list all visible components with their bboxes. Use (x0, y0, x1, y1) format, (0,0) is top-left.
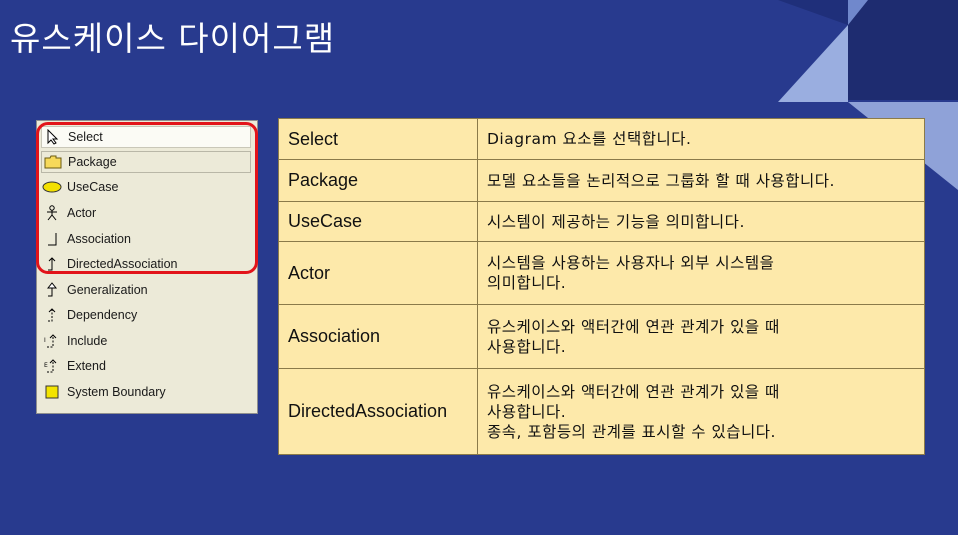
row-key: UseCase (278, 201, 478, 242)
toolbox-item-actor[interactable]: Actor (41, 202, 251, 224)
toolbox-item-system-boundary[interactable]: System Boundary (41, 381, 251, 403)
description-line: 모델 요소들을 논리적으로 그룹화 할 때 사용합니다. (487, 171, 835, 190)
toolbox-item-directedassociation[interactable]: DirectedAssociation (41, 253, 251, 275)
table-row: DirectedAssociation 유스케이스와 액터간에 연관 관계가 있… (278, 368, 925, 455)
ellipse-icon (41, 178, 63, 196)
toolbox-item-label: DirectedAssociation (67, 257, 178, 271)
description-line: Diagram 요소를 선택합니다. (487, 130, 692, 148)
table-row: Package 모델 요소들을 논리적으로 그룹화 할 때 사용합니다. (278, 159, 925, 202)
row-description: 유스케이스와 액터간에 연관 관계가 있을 때 사용합니다. (477, 304, 925, 369)
toolbox-item-dependency[interactable]: Dependency (41, 304, 251, 326)
association-line-icon (41, 230, 63, 248)
table-row: Select Diagram 요소를 선택합니다. (278, 118, 925, 160)
row-key: Select (278, 118, 478, 160)
row-key: DirectedAssociation (278, 368, 478, 455)
row-description: 시스템을 사용하는 사용자나 외부 시스템을 의미합니다. (477, 241, 925, 305)
toolbox-item-label: Association (67, 232, 131, 246)
row-key: Association (278, 304, 478, 369)
description-line: 시스템이 제공하는 기능을 의미합니다. (487, 212, 745, 231)
description-line: 의미합니다. (487, 274, 567, 292)
row-key: Actor (278, 241, 478, 305)
svg-text:E: E (44, 362, 48, 369)
row-description: Diagram 요소를 선택합니다. (477, 118, 925, 160)
toolbox-item-label: System Boundary (67, 385, 166, 399)
toolbox-item-label: UseCase (67, 180, 119, 194)
toolbox-panel: Select Package UseCase Actor Association… (36, 120, 258, 414)
svg-text:I: I (44, 337, 46, 344)
description-line: 유스케이스와 액터간에 연관 관계가 있을 때 (487, 382, 780, 401)
toolbox-item-include[interactable]: I Include (41, 330, 251, 352)
table-row: Actor 시스템을 사용하는 사용자나 외부 시스템을 의미합니다. (278, 241, 925, 305)
extend-arrow-icon: E (41, 357, 63, 375)
row-description: 시스템이 제공하는 기능을 의미합니다. (477, 201, 925, 242)
directed-arrow-icon (41, 255, 63, 273)
toolbox-item-package[interactable]: Package (41, 151, 251, 173)
toolbox-item-label: Dependency (67, 308, 138, 322)
include-arrow-icon: I (41, 332, 63, 350)
toolbox-item-label: Generalization (67, 283, 148, 297)
toolbox-item-select[interactable]: Select (41, 126, 251, 148)
description-line: 사용합니다. (487, 337, 567, 356)
stick-figure-icon (41, 204, 63, 222)
toolbox-item-association[interactable]: Association (41, 228, 251, 250)
description-line: 시스템을 사용하는 사용자나 외부 시스템을 (487, 254, 775, 272)
toolbox-item-usecase[interactable]: UseCase (41, 176, 251, 198)
description-line: 사용합니다. (487, 402, 567, 421)
dependency-arrow-icon (41, 306, 63, 324)
toolbox-item-label: Package (68, 155, 117, 169)
toolbox-item-label: Extend (67, 359, 106, 373)
row-key: Package (278, 159, 478, 202)
generalization-arrow-icon (41, 281, 63, 299)
yellow-square-icon (41, 383, 63, 401)
folder-icon (42, 153, 64, 171)
row-description: 유스케이스와 액터간에 연관 관계가 있을 때 사용합니다. 종속, 포함등의 … (477, 368, 925, 455)
description-table: Select Diagram 요소를 선택합니다. Package 모델 요소들… (278, 118, 925, 455)
toolbox-item-generalization[interactable]: Generalization (41, 279, 251, 301)
toolbox-item-label: Actor (67, 206, 97, 220)
cursor-arrow-icon (42, 128, 64, 146)
description-line: 종속, 포함등의 관계를 표시할 수 있습니다. (487, 422, 776, 441)
toolbox-item-label: Select (68, 130, 103, 144)
table-row: Association 유스케이스와 액터간에 연관 관계가 있을 때 사용합니… (278, 304, 925, 369)
description-line: 유스케이스와 액터간에 연관 관계가 있을 때 (487, 317, 780, 336)
toolbox-item-extend[interactable]: E Extend (41, 355, 251, 377)
toolbox-item-label: Include (67, 334, 108, 348)
slide-title: 유스케이스 다이어그램 (10, 19, 336, 58)
row-description: 모델 요소들을 논리적으로 그룹화 할 때 사용합니다. (477, 159, 925, 202)
table-row: UseCase 시스템이 제공하는 기능을 의미합니다. (278, 201, 925, 242)
